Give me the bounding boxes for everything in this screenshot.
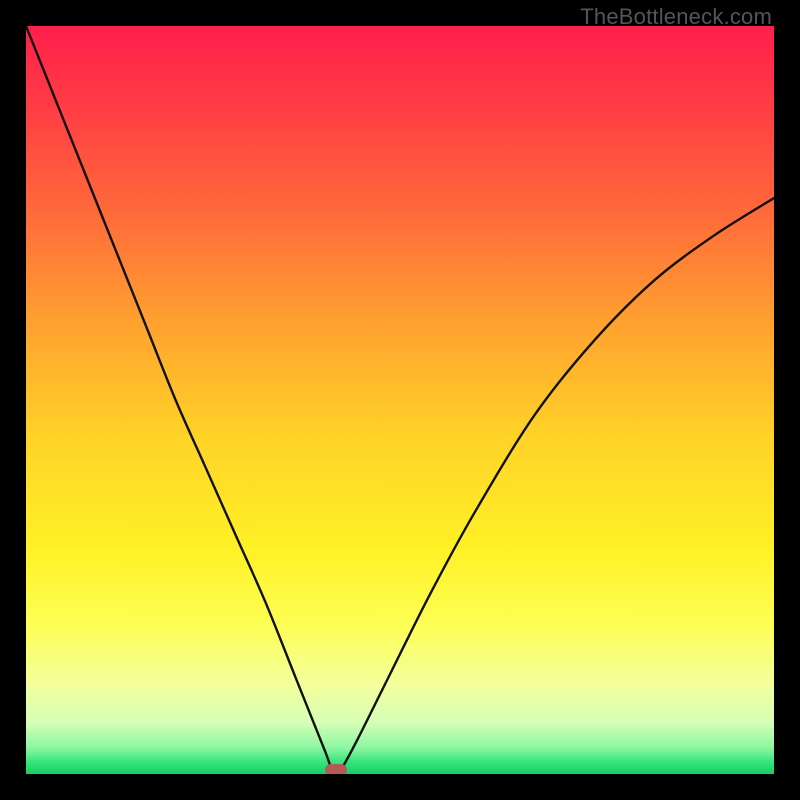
chart-frame: TheBottleneck.com <box>0 0 800 800</box>
plot-area <box>26 26 774 774</box>
optimal-point-marker <box>325 764 347 774</box>
bottleneck-curve <box>26 26 774 774</box>
